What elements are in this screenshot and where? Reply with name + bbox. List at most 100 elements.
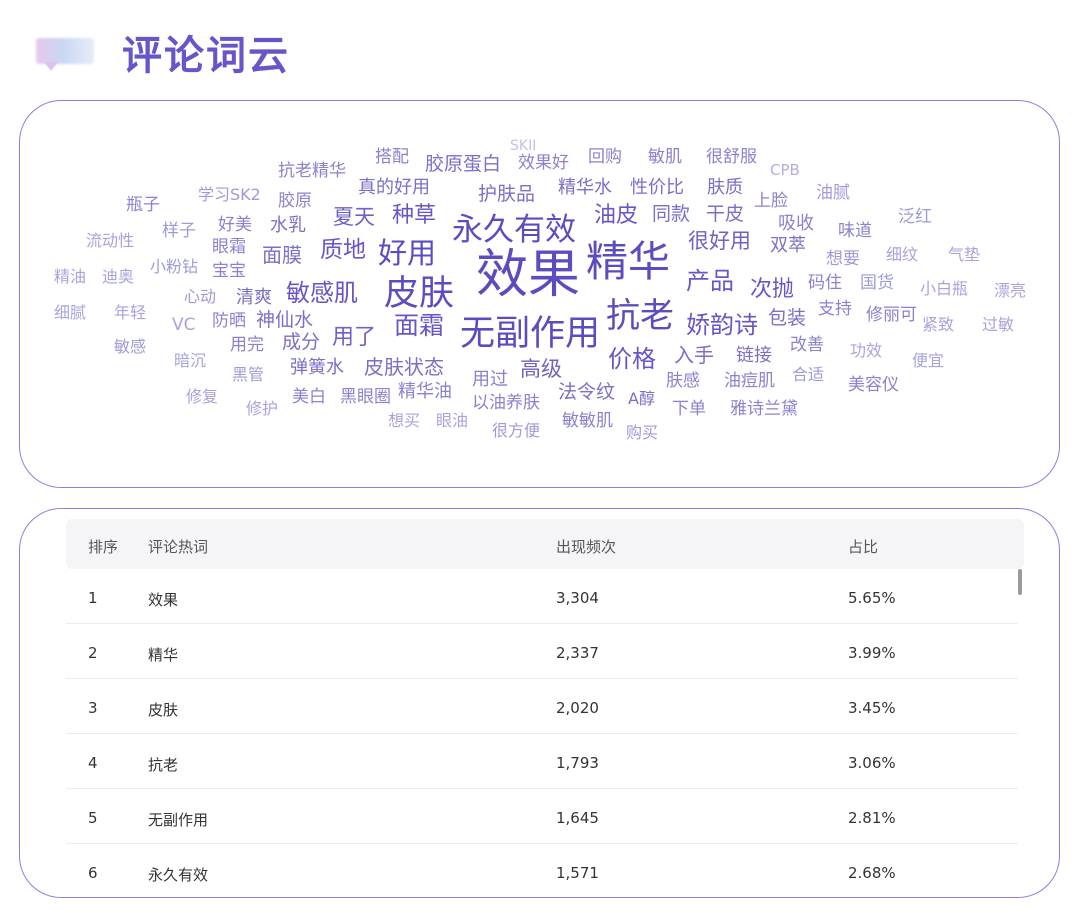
word-cloud-term: SKII	[510, 138, 537, 154]
word-cloud-term: 细纹	[886, 245, 919, 264]
word-cloud-term: 用过	[472, 369, 508, 390]
word-cloud-term: 高级	[520, 357, 562, 381]
word-cloud-term: 下单	[672, 399, 706, 419]
word-cloud-term: 弹簧水	[290, 357, 344, 378]
rank-cell: 3	[88, 699, 98, 717]
word-cloud-term: 修复	[186, 387, 219, 406]
word-cloud-term: 紧致	[922, 315, 955, 334]
column-header-rank[interactable]: 排序	[88, 536, 118, 557]
word-cloud-term: 娇韵诗	[686, 311, 758, 339]
frequency-cell: 1,793	[556, 754, 599, 772]
word-cloud-term: 学习SK2	[198, 185, 261, 204]
word-cloud-term: 小粉钻	[150, 257, 199, 276]
word-cloud-term: 防晒	[212, 311, 246, 331]
word-cloud-term: 小白瓶	[920, 279, 969, 298]
word-cloud-term: 修护	[246, 399, 279, 418]
word-cloud-term: 好用	[378, 236, 437, 270]
column-header-ratio[interactable]: 占比	[848, 536, 878, 557]
table-row[interactable]: 2 精华 2,337 3.99%	[66, 624, 1018, 679]
word-cloud-term: 双萃	[770, 235, 806, 256]
word-cloud-term: A醇	[628, 389, 655, 408]
word-cloud-term: 无副作用	[460, 314, 601, 354]
rank-cell: 2	[88, 644, 98, 662]
word-cloud-term: 修丽可	[866, 305, 917, 325]
section-header: 评论词云	[36, 22, 290, 82]
table-row[interactable]: 4 抗老 1,793 3.06%	[66, 734, 1018, 789]
word-cloud-term: 护肤品	[478, 183, 536, 205]
word-cloud-term: 气垫	[948, 245, 981, 264]
table-row[interactable]: 6 永久有效 1,571 2.68%	[66, 844, 1018, 897]
word-cloud-term: 敏感	[114, 337, 147, 356]
word-cloud-term: 功效	[850, 341, 883, 360]
word-cloud-term: 黑管	[232, 365, 265, 384]
word-cloud-term: 便宜	[912, 351, 945, 370]
word-cloud-term: 皮肤状态	[364, 355, 444, 379]
word-cloud-term: 漂亮	[994, 281, 1027, 300]
frequency-cell: 2,337	[556, 644, 599, 662]
word-cloud-term: 神仙水	[256, 309, 314, 331]
word-cloud-term: 样子	[162, 221, 196, 241]
word-cloud-term: 同款	[652, 203, 691, 225]
word-cloud-term: 眼油	[436, 411, 469, 430]
word-cloud-term: 成分	[282, 331, 321, 353]
word-cloud-term: 迪奥	[102, 267, 135, 286]
word-cloud-term: 心动	[184, 287, 217, 306]
column-header-frequency[interactable]: 出现频次	[556, 536, 616, 557]
ratio-cell: 3.45%	[848, 699, 896, 717]
word-cloud-term: 皮肤	[384, 274, 455, 314]
chat-bubble-icon	[36, 32, 98, 72]
word-cloud-term: 产品	[686, 267, 734, 295]
ratio-cell: 3.06%	[848, 754, 896, 772]
word-cloud-term: 质地	[320, 237, 366, 263]
rank-cell: 6	[88, 864, 98, 882]
word-cloud-term: 美容仪	[848, 375, 899, 395]
word-cloud-term: 胶原	[278, 191, 312, 211]
word-cell: 永久有效	[148, 866, 209, 884]
word-cell: 效果	[148, 591, 179, 609]
word-cloud-term: 瓶子	[126, 195, 160, 215]
rank-cell: 5	[88, 809, 98, 827]
ratio-cell: 2.81%	[848, 809, 896, 827]
word-cloud-term: 面霜	[394, 311, 445, 340]
word-cloud-term: CPB	[770, 161, 800, 179]
ratio-cell: 5.65%	[848, 589, 896, 607]
word-cloud-term: 入手	[674, 343, 714, 367]
table-header: 排序 评论热词 出现频次 占比	[66, 519, 1024, 569]
table-row[interactable]: 5 无副作用 1,645 2.81%	[66, 789, 1018, 844]
word-cloud-term: 油皮	[594, 203, 639, 228]
word-cloud-term: 用完	[230, 335, 264, 355]
word-cloud-term: 国货	[860, 273, 894, 293]
column-header-word[interactable]: 评论热词	[148, 536, 208, 557]
word-cloud-term: 精油	[54, 267, 87, 286]
word-cloud-term: 过敏	[982, 315, 1015, 334]
rank-cell: 1	[88, 589, 98, 607]
table-scrollbar[interactable]	[1018, 569, 1022, 595]
word-cloud-term: 很方便	[492, 421, 541, 440]
word-cloud-term: 真的好用	[358, 177, 430, 198]
word-cell: 皮肤	[148, 701, 179, 719]
word-cloud-term: 想要	[826, 249, 860, 269]
word-cloud-term: 码住	[808, 273, 842, 293]
ratio-cell: 3.99%	[848, 644, 896, 662]
table-row[interactable]: 1 效果 3,304 5.65%	[66, 569, 1018, 624]
word-cloud-term: 合适	[792, 365, 825, 384]
word-cloud-term: 肤感	[666, 371, 700, 391]
table-row[interactable]: 3 皮肤 2,020 3.45%	[66, 679, 1018, 734]
word-cloud-term: 清爽	[236, 287, 272, 308]
word-cloud-term: 很好用	[688, 229, 751, 253]
word-cloud-term: 搭配	[375, 147, 409, 167]
word-cloud-panel: SKII 搭配 胶原蛋白 效果好 回购 敏肌 很舒服 抗老精华 CPB 真的好用 精华水 性价比 肤质瓶…	[19, 100, 1060, 488]
word-cloud-term: 年轻	[114, 303, 147, 322]
word-cloud-term: 效果	[476, 245, 581, 305]
word-cloud-term: 干皮	[706, 203, 745, 225]
word-cloud-term: 效果好	[518, 153, 569, 173]
word-cloud-term: 敏敏肌	[562, 411, 613, 431]
word-cloud-term: 精华水	[558, 177, 612, 198]
word-cloud-term: 法令纹	[558, 381, 616, 403]
word-cloud-term: 面膜	[262, 243, 302, 267]
word-cloud-term: 永久有效	[452, 212, 576, 248]
word-cloud-term: 购买	[626, 423, 659, 442]
word-cloud-term: 好美	[218, 215, 252, 235]
word-cloud-term: 想买	[388, 411, 421, 430]
word-cloud-term: 水乳	[270, 215, 306, 236]
